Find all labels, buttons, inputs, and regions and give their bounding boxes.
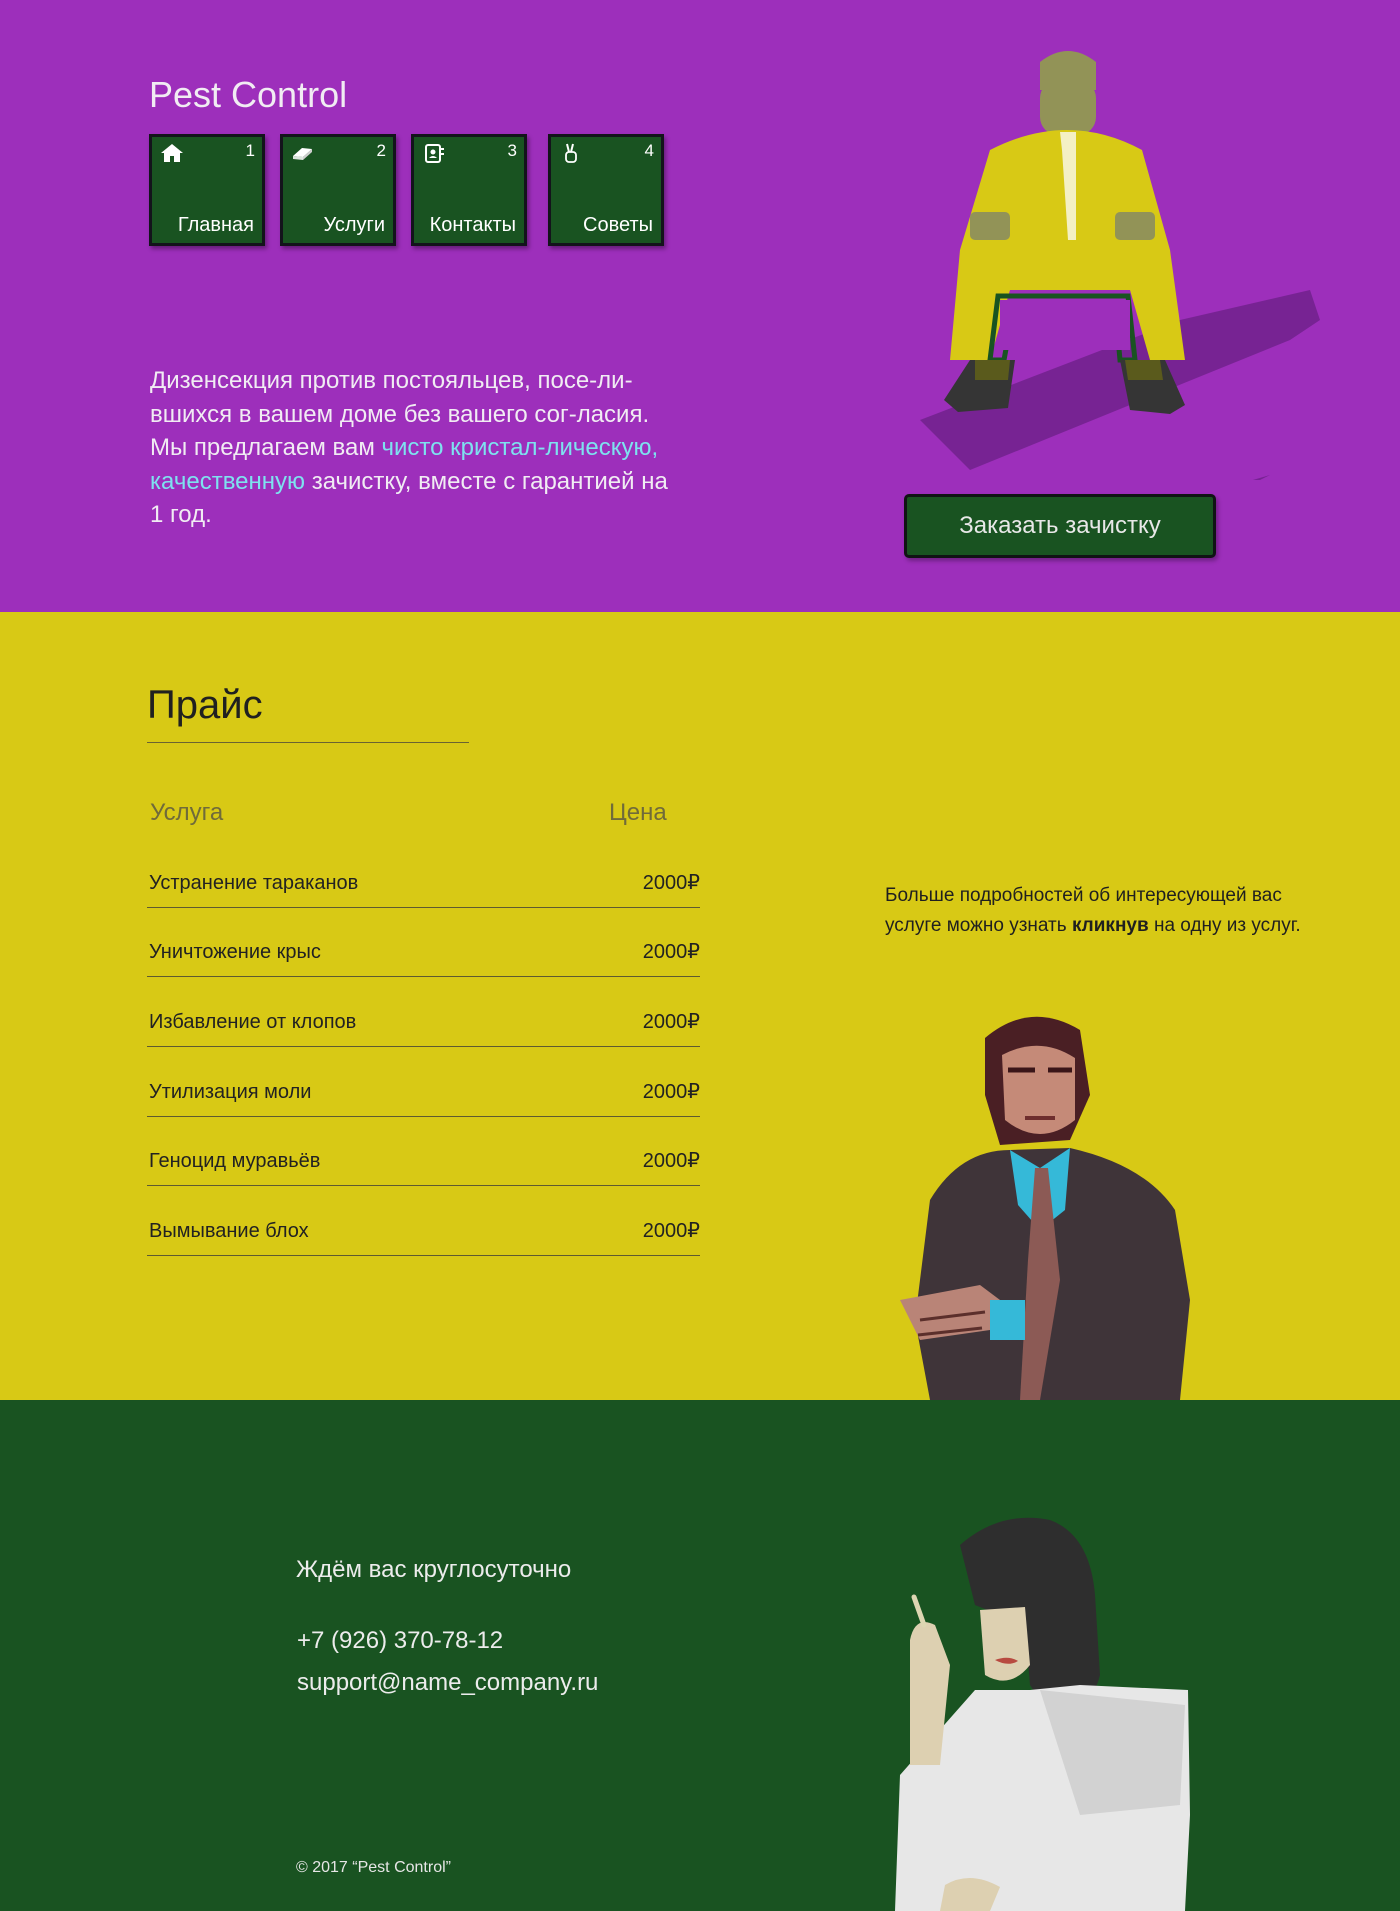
price-column-header: Цена	[609, 799, 667, 826]
service-name: Вымывание блох	[149, 1220, 309, 1242]
service-name: Геноцид муравьёв	[149, 1150, 321, 1172]
nav-item-number: 4	[644, 141, 654, 160]
price-row[interactable]: Геноцид муравьёв 2000₽	[147, 1116, 700, 1186]
services-info-text: Больше подробностей об интересующей вас …	[885, 881, 1325, 941]
smoking-woman-illustration	[895, 1517, 1190, 1911]
service-price: 2000₽	[642, 1150, 700, 1172]
contacts-icon	[425, 144, 444, 163]
price-title: Прайс	[147, 683, 263, 727]
lawyer-illustration	[900, 1016, 1190, 1400]
nav-item-label: Главная	[177, 214, 254, 236]
service-price: 2000₽	[642, 1081, 700, 1103]
nav-item-contacts[interactable]: 3 Контакты	[411, 134, 527, 246]
price-row[interactable]: Устранение тараканов 2000₽	[147, 838, 700, 908]
nav-item-number: 1	[245, 141, 255, 160]
nav-item-home[interactable]: 1 Главная	[149, 134, 265, 246]
nav-item-number: 2	[376, 141, 386, 160]
book-icon	[293, 148, 312, 160]
order-cleaning-button[interactable]: Заказать зачистку	[904, 494, 1216, 558]
service-price: 2000₽	[642, 1011, 700, 1033]
hero-section: Pest Control 1 Главная 2 Услуги 3 Контак…	[0, 0, 1400, 612]
title-underline	[147, 742, 469, 743]
nav-item-label: Советы	[583, 214, 653, 236]
hero-description: Дизенсекция против постояльцев, посе-ли­…	[150, 364, 680, 532]
price-row[interactable]: Избавление от клопов 2000₽	[147, 977, 700, 1047]
site-logo[interactable]: Pest Control	[149, 74, 347, 116]
info-text-part: на одну из услуг.	[1148, 915, 1301, 936]
service-price: 2000₽	[642, 1220, 700, 1242]
service-price: 2000₽	[642, 872, 700, 894]
price-row[interactable]: Уничтожение крыс 2000₽	[147, 907, 700, 977]
service-name: Уничтожение крыс	[149, 941, 321, 963]
nav-item-tips[interactable]: 4 Советы	[548, 134, 664, 246]
footer-email[interactable]: support@name_company.ru	[297, 1669, 598, 1697]
info-text-bold: кликнув	[1071, 915, 1149, 936]
price-row[interactable]: Вымывание блох 2000₽	[147, 1186, 700, 1256]
footer-hours-text: Ждём вас круглосуточно	[296, 1556, 572, 1583]
service-name: Устранение тараканов	[149, 872, 359, 894]
footer-copyright: © 2017 “Pest Control”	[296, 1859, 451, 1876]
service-name: Избавление от клопов	[149, 1011, 357, 1033]
nav-item-services[interactable]: 2 Услуги	[280, 134, 396, 246]
peace-hand-icon	[565, 143, 577, 163]
service-name: Утилизация моли	[149, 1081, 312, 1103]
price-row[interactable]: Утилизация моли 2000₽	[147, 1047, 700, 1117]
nav-item-label: Контакты	[429, 214, 516, 236]
nav-item-number: 3	[507, 141, 517, 160]
service-price: 2000₽	[642, 941, 700, 963]
nav-item-label: Услуги	[323, 214, 385, 236]
home-icon	[161, 144, 183, 162]
footer-phone[interactable]: +7 (926) 370-78-12	[297, 1627, 503, 1655]
exterminator-illustration	[920, 51, 1320, 480]
service-column-header: Услуга	[150, 799, 224, 826]
